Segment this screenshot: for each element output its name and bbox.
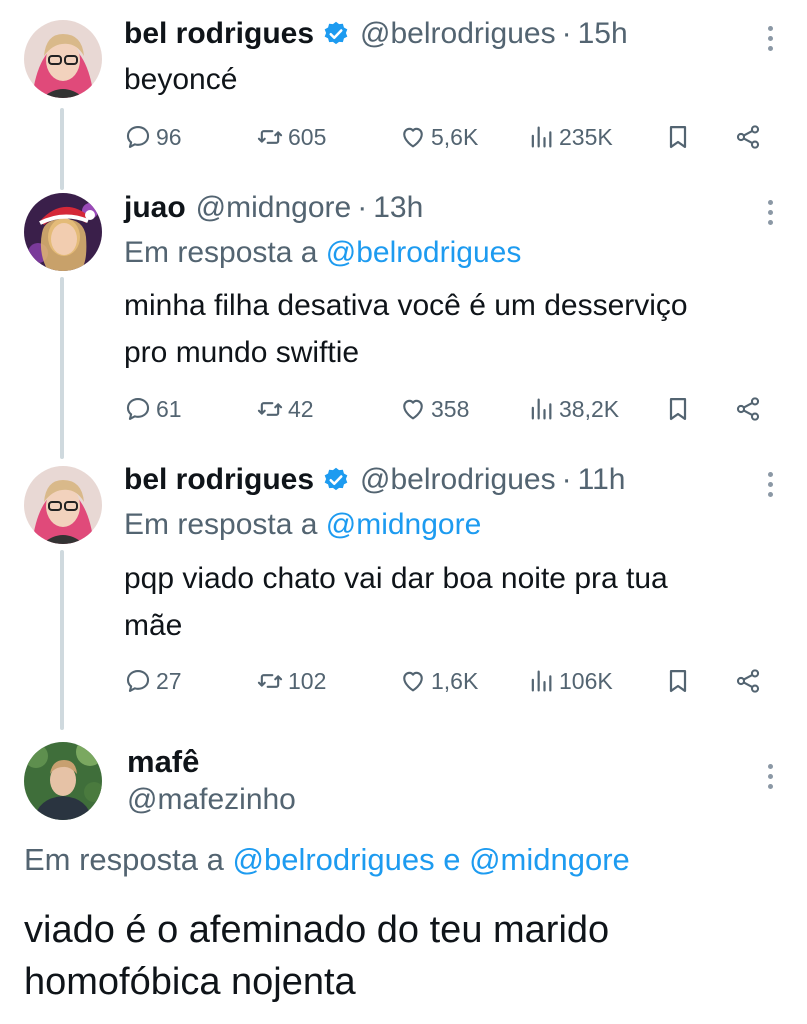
avatar[interactable] [24, 193, 102, 271]
reply-icon [124, 667, 152, 695]
more-icon[interactable] [767, 200, 773, 225]
avatar[interactable] [24, 742, 102, 820]
handle[interactable]: @belrodrigues [360, 17, 556, 51]
reply-button[interactable]: 27 [124, 661, 182, 701]
more-icon[interactable] [767, 472, 773, 497]
bookmark-button[interactable] [664, 661, 696, 701]
tweet-text: beyoncé [124, 63, 238, 96]
reply-count: 27 [156, 667, 182, 694]
verified-badge-icon [322, 466, 350, 494]
tweet-text: pqp viado chato vai dar boa noite pra tu… [124, 562, 668, 642]
more-icon[interactable] [767, 26, 773, 51]
like-count: 1,6K [431, 667, 479, 694]
retweet-button[interactable]: 605 [256, 117, 326, 157]
reply-icon [124, 395, 152, 423]
like-icon [399, 395, 427, 423]
tweet-text: viado é o afeminado do teu marido homofó… [24, 909, 610, 1003]
share-button[interactable] [734, 661, 766, 701]
avatar[interactable] [24, 466, 102, 544]
retweet-button[interactable]: 42 [256, 389, 314, 429]
avatar[interactable] [24, 20, 102, 98]
bookmark-icon [664, 395, 692, 423]
like-icon [399, 667, 427, 695]
handle[interactable]: @midngore [196, 191, 352, 225]
reply-joiner: e [443, 842, 461, 877]
reply-button[interactable]: 61 [124, 389, 182, 429]
like-icon [399, 123, 427, 151]
retweet-icon [256, 667, 284, 695]
display-name[interactable]: juao [124, 191, 186, 225]
like-button[interactable]: 1,6K [399, 661, 478, 701]
display-name[interactable]: mafê [127, 744, 199, 780]
retweet-button[interactable]: 102 [256, 661, 326, 701]
retweet-count: 42 [288, 395, 314, 422]
bookmark-icon [664, 123, 692, 151]
share-icon [734, 395, 762, 423]
handle[interactable]: @belrodrigues [360, 463, 556, 497]
separator: · [561, 17, 572, 50]
like-count: 358 [431, 395, 470, 422]
view-count: 106K [559, 667, 613, 694]
view-count: 38,2K [559, 395, 620, 422]
reply-context: Em resposta a @belrodrigues e @midngore [24, 842, 630, 877]
timestamp[interactable]: 11h [578, 463, 626, 497]
views-button[interactable]: 38,2K [527, 389, 619, 429]
thread-line [60, 550, 64, 730]
handle[interactable]: @mafezinho [127, 783, 296, 817]
share-icon [734, 667, 762, 695]
views-button[interactable]: 106K [527, 661, 613, 701]
reply-context: Em resposta a @midngore [124, 508, 482, 541]
share-button[interactable] [734, 389, 766, 429]
mention-link[interactable]: @midngore [469, 842, 630, 877]
bookmark-button[interactable] [664, 389, 696, 429]
bookmark-icon [664, 667, 692, 695]
views-button[interactable]: 235K [527, 117, 613, 157]
reply-context: Em resposta a @belrodrigues [124, 236, 522, 269]
views-icon [527, 667, 555, 695]
display-name[interactable]: bel rodrigues [124, 463, 314, 497]
retweet-count: 605 [288, 123, 327, 150]
action-bar: 27 102 1,6K 106K [124, 661, 769, 701]
bookmark-button[interactable] [664, 117, 696, 157]
views-icon [527, 395, 555, 423]
like-count: 5,6K [431, 123, 479, 150]
timestamp[interactable]: 15h [578, 17, 628, 51]
retweet-icon [256, 123, 284, 151]
like-button[interactable]: 358 [399, 389, 469, 429]
reply-button[interactable]: 96 [124, 117, 182, 157]
thread-line [60, 277, 64, 459]
action-bar: 61 42 358 38,2K [124, 389, 769, 429]
view-count: 235K [559, 123, 613, 150]
reply-count: 61 [156, 395, 182, 422]
mention-link[interactable]: @belrodrigues [233, 842, 435, 877]
more-icon[interactable] [767, 764, 773, 789]
separator: · [357, 191, 368, 224]
mention-link[interactable]: @belrodrigues [326, 236, 522, 269]
share-icon [734, 123, 762, 151]
retweet-icon [256, 395, 284, 423]
views-icon [527, 123, 555, 151]
tweet-text: minha filha desativa você é um desserviç… [124, 289, 688, 369]
reply-icon [124, 123, 152, 151]
reply-count: 96 [156, 123, 182, 150]
separator: · [561, 463, 572, 496]
action-bar: 96 605 5,6K 235K [124, 117, 769, 157]
like-button[interactable]: 5,6K [399, 117, 478, 157]
mention-link[interactable]: @midngore [326, 508, 482, 541]
timestamp[interactable]: 13h [373, 191, 423, 225]
share-button[interactable] [734, 117, 766, 157]
retweet-count: 102 [288, 667, 327, 694]
verified-badge-icon [322, 20, 350, 48]
thread-line [60, 108, 64, 190]
display-name[interactable]: bel rodrigues [124, 17, 314, 51]
